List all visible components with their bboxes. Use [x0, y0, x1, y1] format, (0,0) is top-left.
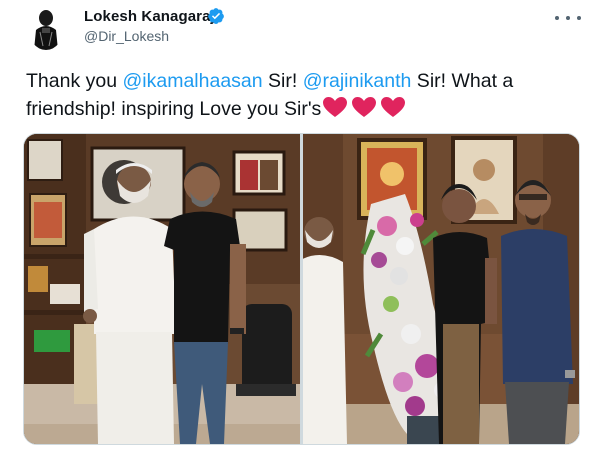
photo-bouquet-presentation-image [303, 134, 579, 444]
more-dot-icon [555, 16, 559, 20]
red-heart-icon [381, 97, 406, 117]
tweet-photo-2[interactable] [303, 134, 579, 444]
tweet-text-segment: Thank you [26, 70, 123, 92]
more-dot-icon [577, 16, 581, 20]
heart-emoji-group [322, 96, 409, 126]
avatar-image [28, 6, 64, 50]
mention-link-kamalhaasan[interactable]: @ikamalhaasan [122, 70, 262, 92]
more-dot-icon [566, 16, 570, 20]
photo-two-men-office-image [24, 134, 300, 444]
tweet-photo-1[interactable] [24, 134, 300, 444]
tweet-text-segment: Sir! [262, 70, 303, 92]
red-heart-icon [352, 97, 377, 117]
mention-link-rajinikanth[interactable]: @rajinikanth [303, 70, 412, 92]
media-grid [23, 133, 580, 445]
verified-badge-icon [208, 8, 224, 24]
more-options-button[interactable] [555, 10, 581, 26]
author-name[interactable]: Lokesh Kanagaraj [84, 8, 215, 25]
author-handle[interactable]: @Dir_Lokesh [84, 28, 169, 44]
author-avatar[interactable] [28, 6, 64, 50]
tweet-text: Thank you @ikamalhaasan Sir! @rajinikant… [26, 67, 581, 126]
tweet-card[interactable]: Lokesh Kanagaraj @Dir_Lokesh Thank you @… [0, 0, 600, 450]
red-heart-icon [323, 97, 348, 117]
